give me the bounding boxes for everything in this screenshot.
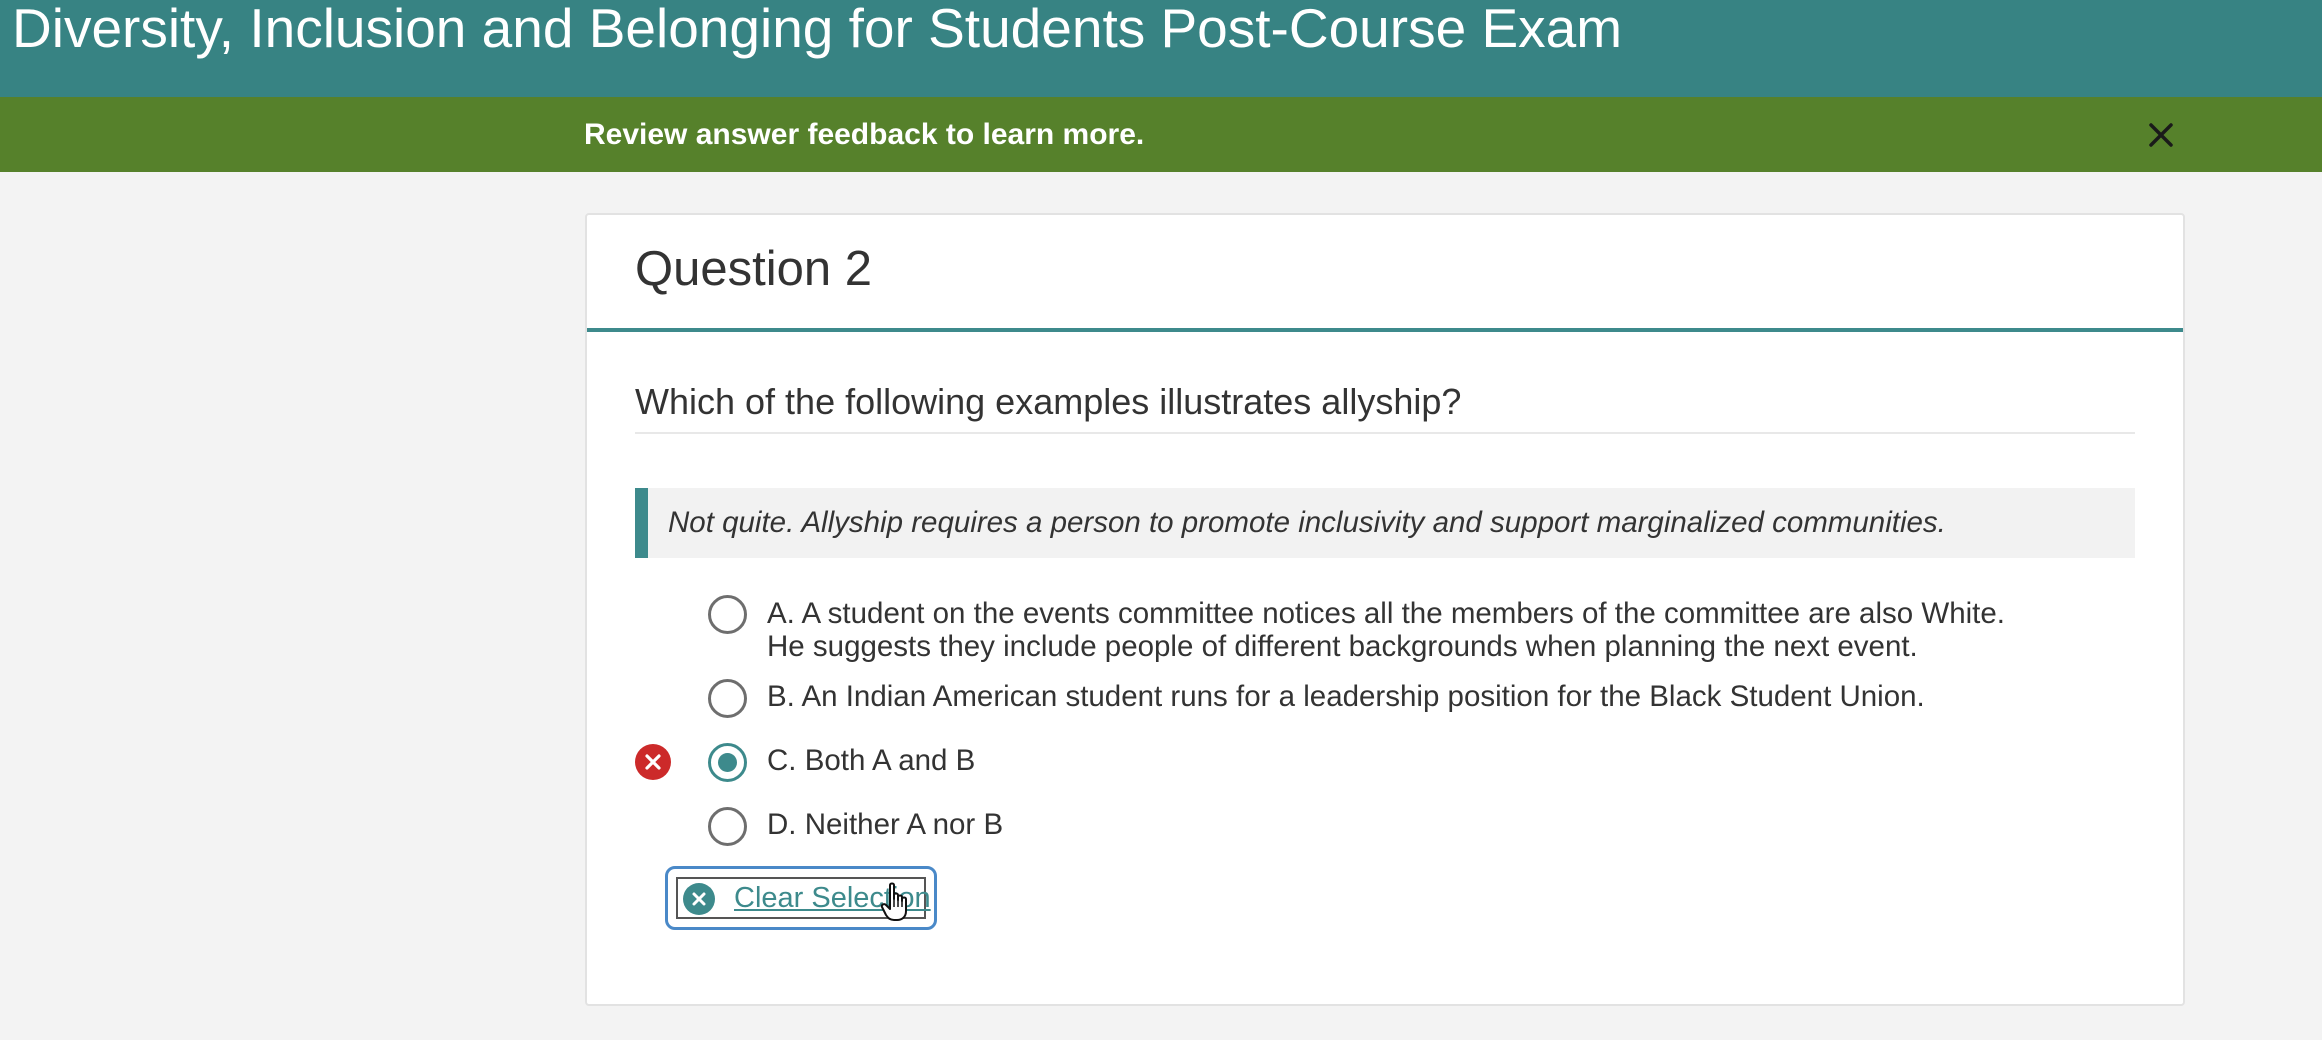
radio-button-c-selected[interactable] [708,743,747,782]
banner-message: Review answer feedback to learn more. [584,118,1145,151]
close-icon [2149,123,2173,147]
question-header: Question 2 [587,215,2183,332]
hand-cursor-icon [880,882,907,921]
incorrect-x-icon [635,744,671,780]
option-b-text: B. An Indian American student runs for a… [767,680,1925,713]
feedback-text: Not quite. Allyship requires a person to… [668,506,1946,539]
option-a-line-1: A. A student on the events committee not… [767,597,2005,630]
exam-header: Diversity, Inclusion and Belonging for S… [0,0,2322,97]
question-card: Question 2 Which of the following exampl… [585,213,2185,1006]
radio-button-a[interactable] [708,595,747,634]
answer-option-b[interactable]: B. An Indian American student runs for a… [587,670,2183,726]
option-c-text: C. Both A and B [767,744,976,777]
answer-option-c[interactable]: C. Both A and B [587,734,2183,790]
option-d-text: D. Neither A nor B [767,808,1004,841]
answer-option-a[interactable]: A. A student on the events committee not… [587,585,2183,663]
option-a-text: A. A student on the events committee not… [767,597,2157,663]
banner-close-button[interactable] [2142,116,2180,154]
answer-feedback: Not quite. Allyship requires a person to… [635,488,2135,558]
option-a-line-2: He suggests they include people of diffe… [767,630,1918,663]
answer-option-d[interactable]: D. Neither A nor B [587,798,2183,854]
clear-x-icon [683,883,715,915]
radio-button-d[interactable] [708,807,747,846]
exam-title: Diversity, Inclusion and Belonging for S… [12,0,1623,59]
radio-button-b[interactable] [708,679,747,718]
question-prompt: Which of the following examples illustra… [635,378,2135,434]
feedback-banner: Review answer feedback to learn more. [0,97,2322,172]
question-title: Question 2 [635,242,872,296]
